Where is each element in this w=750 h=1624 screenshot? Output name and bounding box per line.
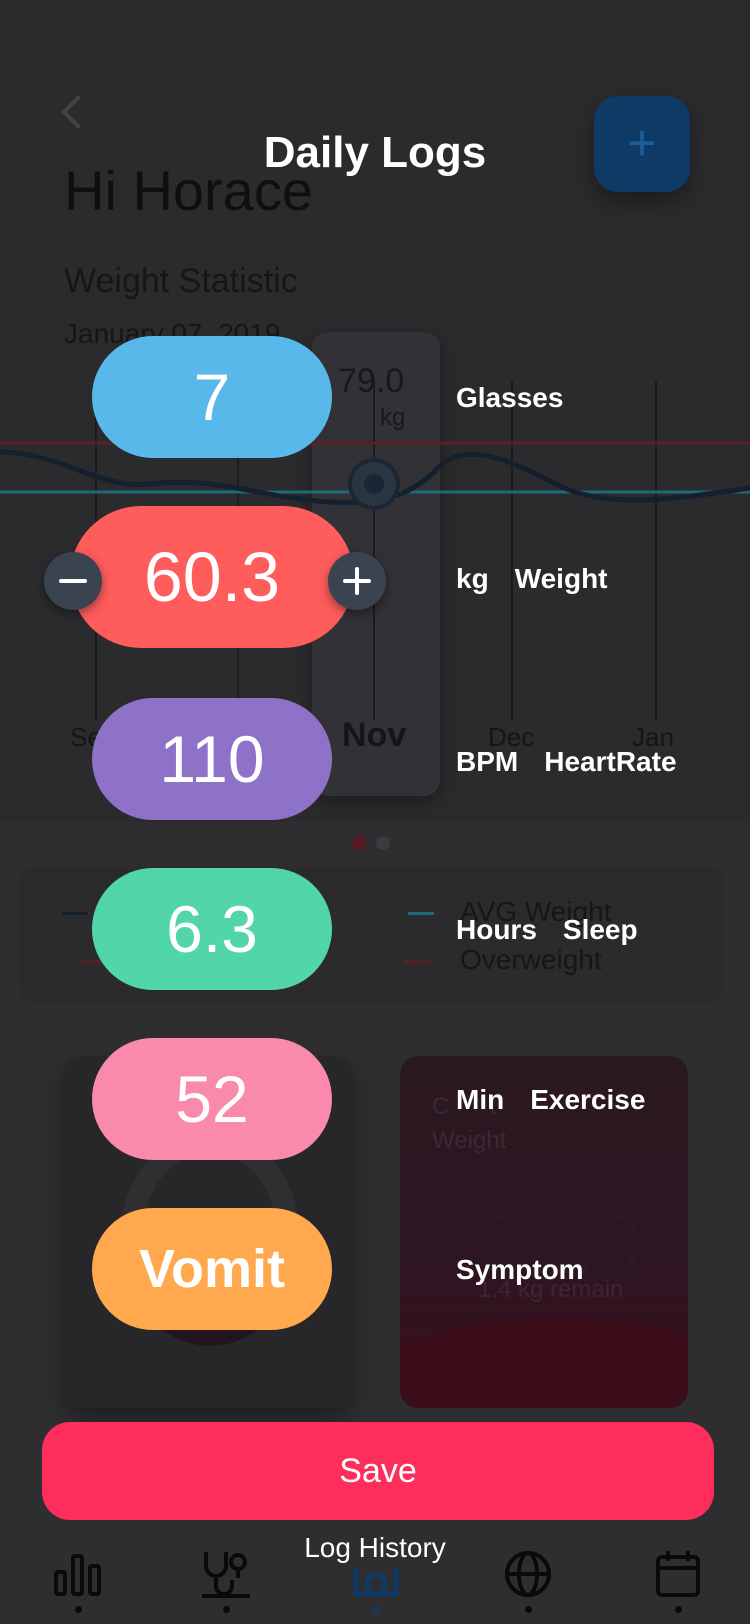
- selected-weight-unit: kg: [380, 404, 406, 431]
- tab-health[interactable]: [200, 1548, 260, 1613]
- tab-statistics[interactable]: [52, 1548, 112, 1613]
- symptom-label: Symptom: [456, 1254, 584, 1286]
- increment-weight-button[interactable]: [328, 552, 386, 610]
- exercise-label-text: Exercise: [530, 1084, 646, 1115]
- page-dot: [376, 836, 390, 850]
- sleep-label: Hours Sleep: [456, 914, 638, 946]
- weight-label: kg Weight: [456, 563, 608, 595]
- stethoscope-icon: [202, 1552, 250, 1598]
- heartrate-value-pill[interactable]: 110: [92, 698, 332, 820]
- minus-icon: [59, 579, 87, 583]
- save-button[interactable]: Save: [42, 1422, 714, 1520]
- legend-avg-line: [408, 912, 434, 915]
- bar-chart-icon: [54, 1554, 101, 1596]
- month-label-nov: Nov: [342, 716, 407, 754]
- sleep-label-text: Sleep: [562, 914, 638, 945]
- calendar-icon: [656, 1551, 700, 1597]
- daily-logs-title: Daily Logs: [263, 128, 487, 177]
- plus-icon-v: [355, 567, 359, 595]
- symptom-label-text: Symptom: [456, 1254, 584, 1285]
- exercise-label: Min Exercise: [456, 1084, 645, 1116]
- page-dots: [352, 836, 400, 855]
- sleep-unit: Hours: [456, 914, 537, 945]
- globe-icon: [505, 1551, 551, 1597]
- heartrate-unit: BPM: [456, 746, 519, 777]
- legend-overweight: Overweight: [460, 944, 602, 975]
- exercise-unit: Min: [456, 1084, 505, 1115]
- home-icon: [353, 1568, 399, 1597]
- tab-indicator: [525, 1606, 532, 1613]
- sleep-value-pill[interactable]: 6.3: [92, 868, 332, 990]
- weight-statistic-title: Weight Statistic: [64, 262, 298, 300]
- tab-indicator-active: [373, 1606, 380, 1613]
- weight-label-text: Weight: [514, 563, 608, 594]
- page-dot-active: [352, 836, 366, 850]
- tab-indicator: [75, 1606, 82, 1613]
- weight-value-pill[interactable]: 60.3: [70, 506, 354, 648]
- decrement-weight-button[interactable]: [44, 552, 102, 610]
- symptom-value-pill[interactable]: Vomit: [92, 1208, 332, 1330]
- background-dashboard: Hi Horace Weight Statistic January 07, 2…: [0, 0, 750, 1624]
- glasses-label: Glasses: [456, 382, 564, 413]
- heartrate-label-text: HeartRate: [544, 746, 677, 777]
- tab-calendar[interactable]: [652, 1548, 712, 1613]
- weight-unit: kg: [456, 563, 489, 594]
- glasses-value-pill[interactable]: 7: [92, 336, 332, 458]
- tab-explore[interactable]: [502, 1548, 562, 1613]
- tab-indicator: [675, 1606, 682, 1613]
- legend-weight-line: [62, 912, 88, 915]
- exercise-value-pill[interactable]: 52: [92, 1038, 332, 1160]
- legend-overweight-line: [404, 960, 430, 963]
- selected-weight-value: 79.0: [338, 362, 405, 400]
- heartrate-label: BPM HeartRate: [456, 746, 677, 778]
- tab-indicator: [223, 1606, 230, 1613]
- card-wave: [400, 1318, 688, 1408]
- selected-point: [364, 474, 384, 494]
- tab-home[interactable]: [350, 1548, 410, 1613]
